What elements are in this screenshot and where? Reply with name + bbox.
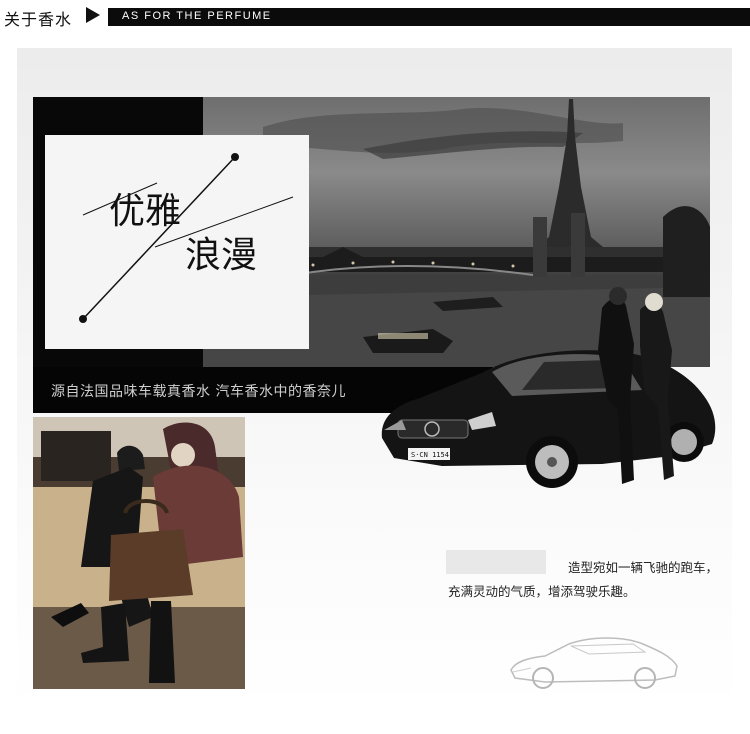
lounge-photo: [33, 417, 245, 689]
section-title: 关于香水: [4, 10, 73, 29]
hero-title-line1: 优雅: [109, 191, 181, 232]
tagline-text: 源自法国品味车载真香水 汽车香水中的香奈儿: [51, 384, 346, 400]
description-line-1: 造型宛如一辆飞驰的跑车，: [567, 560, 718, 575]
header-banner: AS FOR THE PERFUME: [108, 8, 750, 26]
arrow-right-icon: [86, 7, 100, 23]
hero-title-line2: 浪漫: [185, 235, 257, 276]
header-banner-text: AS FOR THE PERFUME: [122, 10, 272, 22]
title-card: 优雅 浪漫: [45, 135, 309, 349]
section-header: 关于香水 AS FOR THE PERFUME: [0, 0, 750, 36]
description-line-2: 充满灵动的气质，增添驾驶乐趣。: [448, 584, 636, 599]
sportscar-sketch-icon: [505, 630, 685, 694]
description-block: 造型宛如一辆飞驰的跑车， 充满灵动的气质，增添驾驶乐趣。: [448, 557, 718, 607]
car-illustration: S·CN 1154: [372, 280, 722, 500]
license-plate-text: S·CN 1154: [411, 451, 449, 459]
